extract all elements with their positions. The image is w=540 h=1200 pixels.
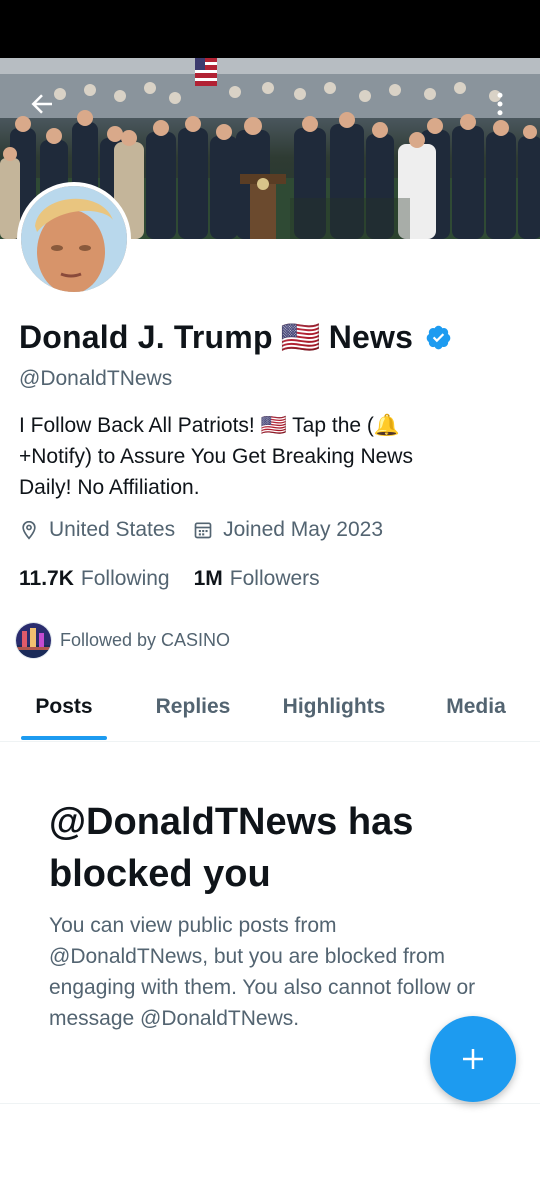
display-name-suffix: News	[328, 318, 414, 355]
section-divider	[0, 1103, 540, 1104]
location-item: United States	[19, 518, 175, 542]
followers-label: Followers	[229, 567, 320, 590]
following-count: 11.7K	[19, 567, 74, 590]
profile-tabs: Posts Replies Highlights Media	[0, 672, 540, 742]
profile-name-row: Donald J. Trump 🇺🇸 News	[19, 318, 452, 356]
joined-text: Joined May 2023	[223, 518, 384, 541]
avatar-photo	[21, 186, 127, 292]
location-pin-icon	[22, 520, 36, 540]
more-options-button[interactable]	[480, 84, 520, 124]
compose-post-button[interactable]	[430, 1016, 516, 1102]
following-label: Following	[80, 567, 170, 590]
tab-media[interactable]: Media	[430, 672, 522, 742]
tab-highlights[interactable]: Highlights	[272, 672, 396, 742]
status-bar	[0, 0, 540, 58]
profile-avatar[interactable]	[17, 182, 131, 296]
casino-avatar	[15, 622, 52, 659]
blocked-message: You can view public posts from @DonaldTN…	[49, 914, 476, 1030]
tab-replies[interactable]: Replies	[140, 672, 246, 742]
followers-count: 1M	[193, 567, 223, 590]
active-tab-indicator	[21, 736, 107, 740]
joined-item: Joined May 2023	[193, 518, 383, 542]
arrow-left-icon	[31, 94, 52, 114]
display-name: Donald J. Trump	[19, 318, 273, 355]
flag-emoji: 🇺🇸	[280, 319, 321, 355]
back-button[interactable]	[22, 84, 62, 124]
location-text: United States	[49, 518, 176, 541]
more-vertical-icon	[497, 92, 503, 116]
blocked-title: @DonaldTNews has blocked you	[49, 801, 414, 895]
bio-line: I Follow Back All Patriots! 🇺🇸 Tap the (…	[19, 414, 401, 437]
plus-icon	[463, 1049, 483, 1069]
tab-posts[interactable]: Posts	[20, 672, 108, 742]
following-link[interactable]: 11.7K Following	[19, 567, 170, 591]
casino-avatar-image	[16, 623, 51, 658]
follow-stats: 11.7K Following 1M Followers	[19, 567, 320, 591]
followers-link[interactable]: 1M Followers	[194, 567, 320, 591]
profile-handle: @DonaldTNews	[19, 367, 173, 390]
followed-by-text: Followed by CASINO	[60, 630, 231, 650]
bio-line: Daily! No Affiliation.	[19, 476, 200, 499]
followed-by-row[interactable]: Followed by CASINO	[15, 622, 230, 659]
calendar-icon	[194, 522, 212, 539]
bio-line: +Notify) to Assure You Get Breaking News	[19, 445, 413, 468]
profile-meta: United States Joined May 2023	[19, 518, 383, 542]
verified-badge-icon[interactable]	[425, 324, 452, 351]
profile-bio: I Follow Back All Patriots! 🇺🇸 Tap the (…	[19, 410, 509, 503]
